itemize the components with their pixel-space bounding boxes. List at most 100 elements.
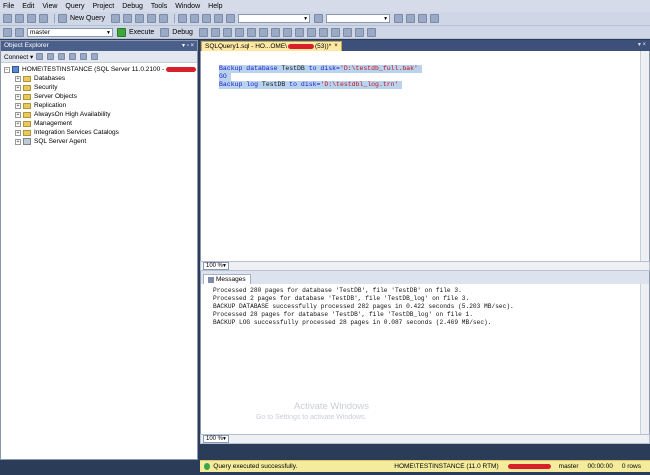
tree-node-security[interactable]: + Security xyxy=(1,83,197,92)
menu-project[interactable]: Project xyxy=(92,3,114,10)
tree-node-databases[interactable]: + Databases xyxy=(1,74,197,83)
find-dropdown[interactable]: ▼ xyxy=(326,14,391,23)
tree-node-server-objects[interactable]: + Server Objects xyxy=(1,92,197,101)
analysis-query-icon[interactable] xyxy=(123,14,133,23)
menu-query[interactable]: Query xyxy=(65,3,84,10)
save-all-icon[interactable] xyxy=(39,14,48,23)
expand-icon[interactable]: + xyxy=(15,75,21,82)
client-statistics-icon[interactable] xyxy=(270,27,280,37)
expand-icon[interactable]: + xyxy=(15,129,21,136)
expand-icon[interactable]: + xyxy=(15,102,21,109)
toolbox-icon[interactable] xyxy=(418,14,428,23)
undo-icon[interactable] xyxy=(178,14,188,23)
tab-messages[interactable]: Messages xyxy=(203,274,251,284)
save-icon[interactable] xyxy=(27,14,36,23)
refresh-icon[interactable] xyxy=(80,53,88,60)
panel-pin-close-icon[interactable]: ▾ ▫ × xyxy=(182,41,194,51)
status-server: HOME\TESTINSTANCE (11.0 RTM) xyxy=(394,463,499,470)
navigate-forward-icon[interactable] xyxy=(214,14,224,23)
query-text[interactable]: Backup database TestDB to disk='D:\testd… xyxy=(219,65,422,89)
object-explorer-tree: − HOME\TESTINSTANCE (SQL Server 11.0.210… xyxy=(1,63,197,146)
solution-explorer-icon[interactable] xyxy=(394,14,404,23)
code-identifier: TestDB xyxy=(281,65,305,72)
results-to-grid-icon[interactable] xyxy=(294,27,304,37)
expand-icon[interactable]: + xyxy=(15,120,21,127)
intellisense-icon[interactable] xyxy=(246,27,256,37)
activity-monitor-icon[interactable] xyxy=(91,53,99,60)
expand-icon[interactable]: + xyxy=(15,84,21,91)
paste-icon[interactable] xyxy=(159,14,169,23)
execute-icon[interactable] xyxy=(117,27,126,37)
query-designer-icon[interactable] xyxy=(234,27,244,37)
expand-icon[interactable]: + xyxy=(15,138,21,145)
properties-icon[interactable] xyxy=(406,14,416,23)
options-icon[interactable] xyxy=(430,14,440,23)
menu-view[interactable]: View xyxy=(42,3,57,10)
message-line: BACKUP LOG successfully processed 28 pag… xyxy=(213,319,492,326)
parse-icon[interactable] xyxy=(210,27,220,37)
tree-node-replication[interactable]: + Replication xyxy=(1,101,197,110)
database-dropdown[interactable]: master ▼ xyxy=(27,27,113,37)
decrease-indent-icon[interactable] xyxy=(342,27,352,37)
connect-icon[interactable] xyxy=(3,27,12,37)
tree-node-alwayson[interactable]: + AlwaysOn High Availability xyxy=(1,110,197,119)
debug-button[interactable]: Debug xyxy=(172,29,193,36)
copy-icon[interactable] xyxy=(147,14,157,23)
database-engine-query-icon[interactable] xyxy=(111,14,121,23)
stop-icon[interactable] xyxy=(58,53,66,60)
display-estimated-plan-icon[interactable] xyxy=(222,27,232,37)
filter-icon[interactable] xyxy=(69,53,77,60)
start-debugging-icon[interactable] xyxy=(226,14,236,23)
cancel-query-icon[interactable] xyxy=(198,27,208,37)
tree-node-label: Management xyxy=(34,120,72,127)
messages-zoom-dropdown[interactable]: 100 % ▼ xyxy=(203,435,229,443)
query-editor[interactable]: Backup database TestDB to disk='D:\testd… xyxy=(200,51,650,261)
open-file-icon[interactable] xyxy=(15,14,24,23)
uncomment-icon[interactable] xyxy=(330,27,340,37)
debug-icon[interactable] xyxy=(160,27,170,37)
menu-debug[interactable]: Debug xyxy=(122,3,143,10)
menu-tools[interactable]: Tools xyxy=(151,3,167,10)
new-query-button[interactable]: New Query xyxy=(70,15,105,22)
messages-pane[interactable]: Processed 280 pages for database 'TestDB… xyxy=(200,284,650,434)
editor-vertical-scrollbar[interactable] xyxy=(640,51,649,261)
message-line: Processed 280 pages for database 'TestDB… xyxy=(213,287,462,294)
increase-indent-icon[interactable] xyxy=(354,27,364,37)
cut-icon[interactable] xyxy=(135,14,145,23)
tree-node-label: Databases xyxy=(34,75,66,82)
editor-zoom-dropdown[interactable]: 100 % ▼ xyxy=(203,262,229,270)
find-icon[interactable] xyxy=(314,14,324,23)
execute-button[interactable]: Execute xyxy=(129,29,154,36)
expand-icon[interactable]: + xyxy=(15,111,21,118)
tree-node-integration-services[interactable]: + Integration Services Catalogs xyxy=(1,128,197,137)
bottom-left-frame xyxy=(0,460,200,475)
messages-vertical-scrollbar[interactable] xyxy=(640,284,649,434)
change-connection-icon[interactable] xyxy=(15,27,24,37)
tree-node-sql-agent[interactable]: + SQL Server Agent xyxy=(1,137,197,146)
menu-help[interactable]: Help xyxy=(208,3,222,10)
close-icon[interactable]: × xyxy=(334,42,338,51)
tree-node-management[interactable]: + Management xyxy=(1,119,197,128)
expand-icon[interactable]: + xyxy=(15,93,21,100)
tab-dropdown-icon[interactable]: ▾ × xyxy=(638,41,646,48)
menu-file[interactable]: File xyxy=(3,3,14,10)
new-query-icon[interactable] xyxy=(58,14,67,23)
tab-sqlquery1[interactable]: SQLQuery1.sql - HO...OME\ (53))* × xyxy=(201,41,342,51)
solution-config-dropdown[interactable]: ▼ xyxy=(238,14,311,23)
disconnect-icon[interactable] xyxy=(47,53,55,60)
results-to-text-icon[interactable] xyxy=(282,27,292,37)
tree-node-server[interactable]: − HOME\TESTINSTANCE (SQL Server 11.0.210… xyxy=(1,65,197,74)
new-project-icon[interactable] xyxy=(3,14,12,23)
collapse-icon[interactable]: − xyxy=(4,66,10,73)
menu-window[interactable]: Window xyxy=(175,3,200,10)
redo-icon[interactable] xyxy=(190,14,200,23)
results-to-file-icon[interactable] xyxy=(306,27,316,37)
navigate-back-icon[interactable] xyxy=(202,14,212,23)
comment-icon[interactable] xyxy=(318,27,328,37)
specify-template-values-icon[interactable] xyxy=(366,27,376,37)
menu-edit[interactable]: Edit xyxy=(22,3,34,10)
tree-node-label: Security xyxy=(34,84,58,91)
include-actual-plan-icon[interactable] xyxy=(258,27,268,37)
connect-dropdown[interactable]: Connect ▾ xyxy=(4,53,33,61)
connect-server-icon[interactable] xyxy=(36,53,44,60)
